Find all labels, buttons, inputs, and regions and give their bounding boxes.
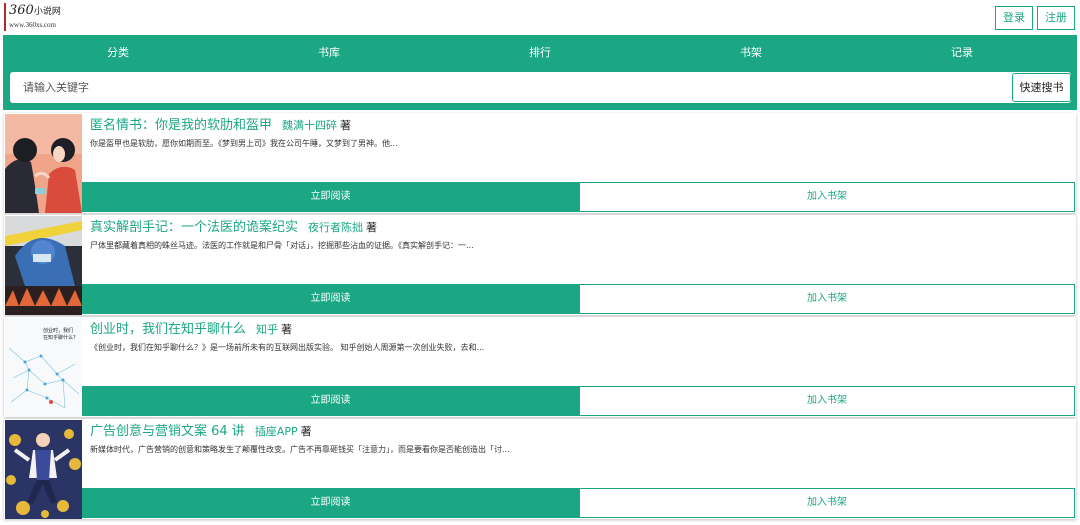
nav-item-ranking[interactable]: 排行 bbox=[480, 44, 600, 62]
read-now-button[interactable]: 立即阅读 bbox=[82, 284, 579, 314]
main-nav: 分类 书库 排行 书架 记录 快速搜书 bbox=[3, 35, 1077, 110]
nav-item-library[interactable]: 书库 bbox=[269, 44, 389, 62]
add-to-shelf-button[interactable]: 加入书架 bbox=[579, 386, 1075, 416]
cover-title: 创业时，我们 在知乎聊什么？ bbox=[43, 328, 79, 341]
read-now-button[interactable]: 立即阅读 bbox=[82, 182, 579, 212]
book-title-line: 广告创意与营销文案 64 讲插座APP 著 bbox=[90, 423, 312, 441]
book-cover[interactable] bbox=[5, 216, 82, 315]
author-suffix: 著 bbox=[366, 221, 378, 234]
book-cover[interactable]: 创业时，我们 在知乎聊什么？ bbox=[5, 318, 82, 417]
add-to-shelf-button[interactable]: 加入书架 bbox=[579, 488, 1075, 518]
read-now-button[interactable]: 立即阅读 bbox=[82, 386, 579, 416]
book-description: 《创业时，我们在知乎聊什么？》是一场前所未有的互联网出版实验。 知乎创始人周源第… bbox=[90, 343, 485, 352]
site-header: 360小说网 www.360xs.com 登录 注册 bbox=[0, 0, 1080, 35]
book-item: 广告创意与营销文案 64 讲插座APP 著 新媒体时代，广告营销的创意和策略发生了… bbox=[4, 419, 1076, 519]
book-description: 尸体里都藏着真相的蛛丝马迹。法医的工作就是和尸骨「对话」，挖掘那些沾血的证据。《… bbox=[90, 241, 474, 250]
author-suffix: 著 bbox=[300, 425, 312, 438]
book-title-line: 真实解剖手记：一个法医的诡案纪实 夜行者陈拙著 bbox=[90, 219, 377, 237]
book-title[interactable]: 真实解剖手记：一个法医的诡案纪实 bbox=[90, 220, 298, 235]
search-button[interactable]: 快速搜书 bbox=[1012, 73, 1071, 102]
book-cover[interactable] bbox=[5, 114, 82, 213]
nav-item-category[interactable]: 分类 bbox=[58, 44, 178, 62]
book-item: 匿名情书：你是我的软肋和盔甲 魏满十四碎著 你是盔甲也是软肋，愿你如期而至。《梦到… bbox=[4, 113, 1076, 213]
book-title[interactable]: 匿名情书：你是我的软肋和盔甲 bbox=[90, 118, 272, 133]
book-author[interactable]: 插座APP bbox=[255, 425, 298, 438]
book-description: 你是盔甲也是软肋，愿你如期而至。《梦到男上司》我在公司午睡，又梦到了男神。他..… bbox=[90, 139, 398, 148]
author-suffix: 著 bbox=[340, 119, 352, 132]
logo-text: 360小说网 bbox=[9, 3, 61, 18]
book-title-line: 匿名情书：你是我的软肋和盔甲 魏满十四碎著 bbox=[90, 117, 351, 135]
book-title[interactable]: 广告创意与营销文案 64 讲 bbox=[90, 424, 245, 439]
book-item: 真实解剖手记：一个法医的诡案纪实 夜行者陈拙著 尸体里都藏着真相的蛛丝马迹。法医的… bbox=[4, 215, 1076, 315]
book-item: 创业时，我们 在知乎聊什么？ 创业时，我们在知乎聊什么 知乎著 《创业时，我们在知… bbox=[4, 317, 1076, 417]
search-bar: 快速搜书 bbox=[10, 72, 1071, 103]
book-author[interactable]: 知乎 bbox=[256, 323, 278, 336]
book-title-line: 创业时，我们在知乎聊什么 知乎著 bbox=[90, 321, 292, 339]
read-now-button[interactable]: 立即阅读 bbox=[82, 488, 579, 518]
nav-item-history[interactable]: 记录 bbox=[902, 44, 1022, 62]
author-suffix: 著 bbox=[281, 323, 293, 336]
book-cover[interactable] bbox=[5, 420, 82, 519]
register-button[interactable]: 注册 bbox=[1037, 6, 1075, 30]
book-description: 新媒体时代，广告营销的创意和策略发生了颠覆性改变。广告不再靠砸钱买「注意力」，而… bbox=[90, 445, 510, 454]
logo-url: www.360xs.com bbox=[9, 21, 56, 29]
search-input[interactable] bbox=[10, 72, 1012, 103]
site-logo[interactable]: 360小说网 www.360xs.com bbox=[4, 3, 74, 31]
book-author[interactable]: 魏满十四碎 bbox=[282, 119, 337, 132]
book-author[interactable]: 夜行者陈拙 bbox=[308, 221, 363, 234]
add-to-shelf-button[interactable]: 加入书架 bbox=[579, 182, 1075, 212]
nav-item-bookshelf[interactable]: 书架 bbox=[691, 44, 811, 62]
add-to-shelf-button[interactable]: 加入书架 bbox=[579, 284, 1075, 314]
book-title[interactable]: 创业时，我们在知乎聊什么 bbox=[90, 322, 246, 337]
login-button[interactable]: 登录 bbox=[995, 6, 1033, 30]
